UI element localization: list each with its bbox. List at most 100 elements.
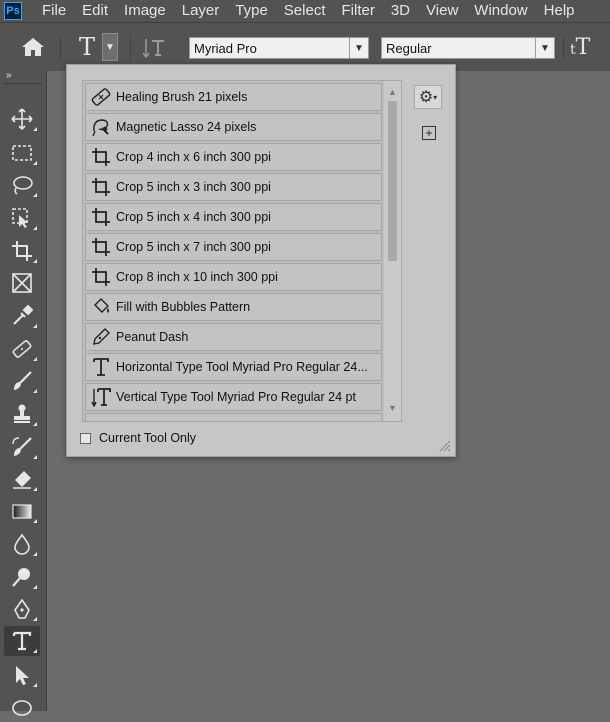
options-separator [130, 35, 131, 61]
eyedropper-tool[interactable] [4, 301, 40, 331]
menu-help[interactable]: Help [536, 0, 583, 22]
text-orientation-button[interactable] [142, 37, 167, 59]
preset-item[interactable]: Fill with Bubbles Pattern [85, 293, 382, 321]
preset-item[interactable]: Peanut Dash [85, 323, 382, 351]
frame-tool[interactable] [4, 268, 40, 298]
object-select-icon [12, 208, 28, 228]
dodge-tool[interactable] [4, 562, 40, 592]
photoshop-logo: Ps [4, 2, 22, 20]
eraser-icon [13, 471, 31, 489]
options-separator [563, 35, 564, 61]
pen-icon [86, 323, 116, 351]
preset-label: Vertical Type Tool Myriad Pro Regular 24… [116, 390, 356, 404]
resize-grip-icon[interactable] [437, 438, 451, 452]
crop-icon [86, 233, 116, 261]
preset-label: Crop 4 inch x 6 inch 300 ppi [116, 150, 271, 164]
marquee-tool[interactable] [4, 138, 40, 168]
path-select-tool[interactable] [4, 660, 40, 690]
blur-tool[interactable] [4, 529, 40, 559]
crop-icon [86, 263, 116, 291]
type-tool[interactable] [4, 626, 40, 656]
font-family-value: Myriad Pro [194, 41, 257, 56]
tool-preset-icon[interactable]: T [74, 33, 100, 61]
menu-file[interactable]: File [34, 0, 74, 22]
scroll-thumb[interactable] [388, 101, 397, 261]
menu-edit[interactable]: Edit [74, 0, 116, 22]
menu-bar: Ps File Edit Image Layer Type Select Fil… [0, 0, 610, 22]
current-tool-only-label: Current Tool Only [99, 431, 197, 445]
chevron-up-icon[interactable]: ▲ [388, 87, 397, 97]
chevron-down-icon: ▼ [535, 38, 554, 58]
preset-label: Crop 5 inch x 3 inch 300 ppi [116, 180, 271, 194]
gear-icon: ⚙ [418, 89, 434, 106]
chevron-down-icon: ▼ [105, 41, 115, 53]
font-style-select[interactable]: Regular ▼ [381, 37, 555, 59]
vertical-type-toggle-icon [142, 39, 164, 59]
collapse-panel-icon[interactable]: » [6, 70, 11, 81]
preset-label: Fill with Bubbles Pattern [116, 300, 251, 314]
object-select-tool[interactable] [4, 203, 40, 233]
history-brush-tool[interactable] [4, 432, 40, 462]
chevron-down-icon: ▼ [349, 38, 368, 58]
preset-label: Magnetic Lasso 24 pixels [116, 120, 257, 134]
bandage-icon [86, 83, 116, 111]
healing-brush-tool[interactable] [4, 334, 40, 364]
menu-filter[interactable]: Filter [334, 0, 383, 22]
vertical-type-icon [86, 383, 116, 411]
preset-list-scrollbar[interactable]: ▲ ▼ [384, 81, 401, 421]
current-tool-only-option[interactable]: Current Tool Only [80, 431, 196, 445]
eraser-tool[interactable] [4, 464, 40, 494]
shape-tool[interactable] [4, 692, 40, 722]
ellipse-icon [12, 700, 32, 716]
preset-item[interactable]: Magnetic Lasso 24 pixels [85, 113, 382, 141]
preset-item[interactable]: Horizontal Type Tool Myriad Pro Regular … [85, 353, 382, 381]
current-tool-only-checkbox[interactable] [80, 432, 91, 444]
brush-icon [14, 371, 32, 390]
menu-select[interactable]: Select [276, 0, 334, 22]
menu-image[interactable]: Image [116, 0, 174, 22]
preset-list[interactable]: Healing Brush 21 pixels Magnetic Lasso 2… [82, 80, 402, 422]
pen-tool[interactable] [4, 594, 40, 624]
tool-preset-dropdown[interactable]: ▼ [102, 33, 118, 61]
drop-icon [14, 533, 30, 555]
type-icon [12, 631, 32, 651]
move-tool[interactable] [4, 104, 40, 134]
preset-item[interactable]: Crop 8 inch x 10 inch 300 ppi [85, 263, 382, 291]
chevron-down-icon[interactable]: ▼ [388, 403, 397, 413]
menu-window[interactable]: Window [466, 0, 535, 22]
preset-item[interactable]: Healing Brush 21 pixels [85, 83, 382, 111]
arrow-icon [16, 666, 29, 685]
preset-item[interactable]: Crop 5 inch x 7 inch 300 ppi [85, 233, 382, 261]
preset-item[interactable]: Crop 5 inch x 4 inch 300 ppi [85, 203, 382, 231]
stamp-tool[interactable] [4, 399, 40, 429]
preset-label: Healing Brush 21 pixels [116, 90, 248, 104]
options-separator [60, 35, 61, 61]
stamp-icon [14, 404, 30, 423]
brush-tool[interactable] [4, 366, 40, 396]
crop-tool[interactable] [4, 236, 40, 266]
pen-icon [14, 598, 30, 619]
gradient-tool[interactable] [4, 496, 40, 526]
preset-label: Crop 8 inch x 10 inch 300 ppi [116, 270, 278, 284]
new-preset-button[interactable]: + [422, 126, 436, 140]
menu-layer[interactable]: Layer [174, 0, 228, 22]
font-family-select[interactable]: Myriad Pro ▼ [189, 37, 369, 59]
bandage-icon [12, 340, 32, 358]
menu-type[interactable]: Type [227, 0, 276, 22]
tool-preset-picker: Healing Brush 21 pixels Magnetic Lasso 2… [66, 64, 456, 457]
frame-icon [12, 273, 32, 293]
home-button[interactable] [20, 36, 46, 58]
lasso-tool[interactable] [4, 170, 40, 200]
preset-item-partial[interactable] [85, 413, 382, 421]
menu-3d[interactable]: 3D [383, 0, 418, 22]
plus-icon: + [425, 126, 433, 140]
magnetic-lasso-icon [86, 113, 116, 141]
preset-item[interactable]: Vertical Type Tool Myriad Pro Regular 24… [85, 383, 382, 411]
crop-icon [86, 173, 116, 201]
menu-view[interactable]: View [418, 0, 466, 22]
preset-settings-button[interactable]: ⚙ ▾ [414, 85, 442, 109]
tools-panel: » [0, 70, 47, 716]
type-icon [86, 353, 116, 381]
preset-item[interactable]: Crop 4 inch x 6 inch 300 ppi [85, 143, 382, 171]
preset-item[interactable]: Crop 5 inch x 3 inch 300 ppi [85, 173, 382, 201]
